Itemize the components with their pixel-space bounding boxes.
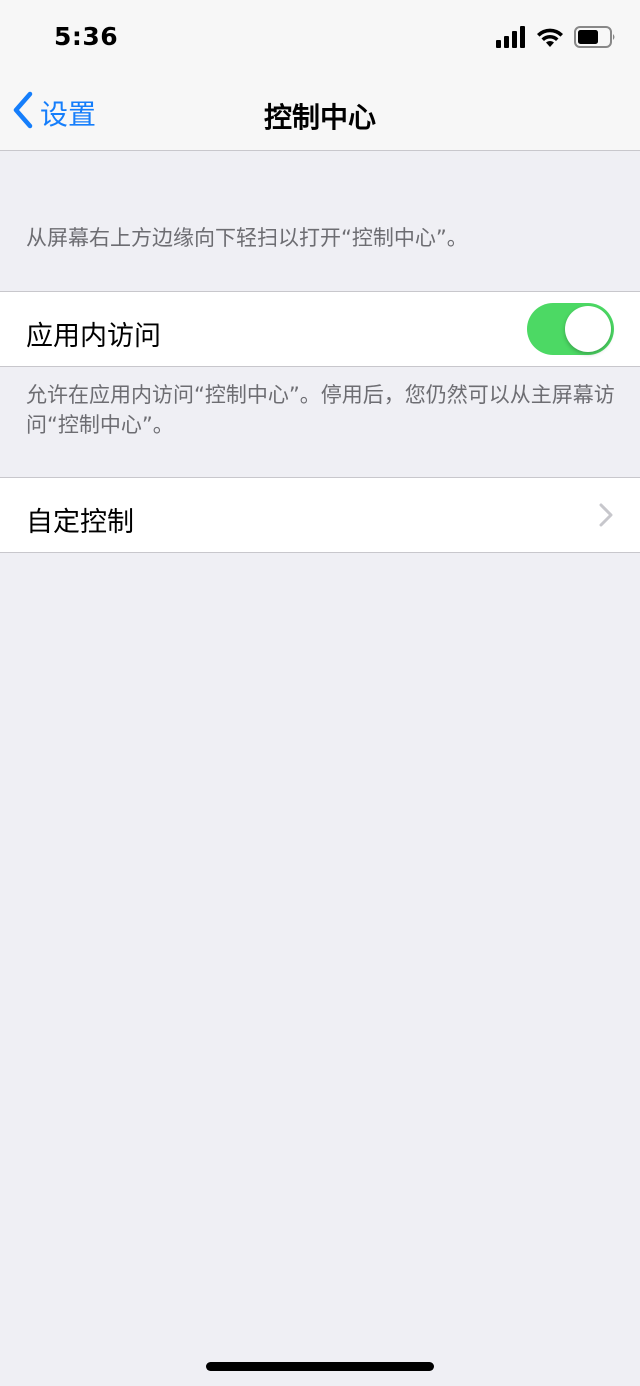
app-access-footer: 允许在应用内访问“控制中心”。停用后，您仍然可以从主屏幕访问“控制中心”。 [26,383,615,437]
section-header: 从屏幕右上方边缘向下轻扫以打开“控制中心”。 [26,226,468,250]
app-access-row: 应用内访问 [0,291,640,367]
home-indicator[interactable] [206,1362,434,1371]
status-time: 5:36 [54,22,119,51]
battery-icon [574,26,616,52]
customize-controls-row[interactable]: 自定控制 [0,477,640,553]
customize-controls-label: 自定控制 [26,507,134,538]
chevron-right-icon [598,502,614,532]
wifi-icon [536,26,564,52]
navigation-bar: 设置 控制中心 [0,76,640,151]
cellular-signal-icon [496,26,526,52]
app-access-toggle[interactable] [527,303,614,355]
app-access-label: 应用内访问 [26,321,161,352]
toggle-knob [565,306,611,352]
status-bar: 5:36 [0,0,640,76]
status-icons [496,26,616,52]
page-title: 控制中心 [263,101,376,134]
